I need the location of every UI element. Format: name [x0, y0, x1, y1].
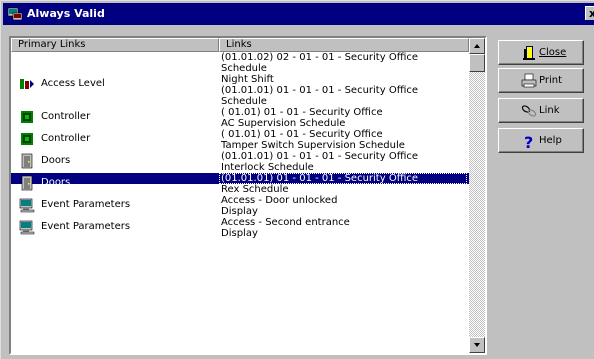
vertical-scrollbar[interactable] [469, 38, 485, 353]
links-cell: AC Supervision Schedule [221, 118, 346, 129]
table-row[interactable]: Tamper Switch Supervision Schedule [11, 140, 469, 151]
links-cell: Access - Second entrance [221, 217, 350, 228]
links-cell: (01.01.01) 01 - 01 - 01 - Security Offic… [221, 85, 419, 96]
table-row[interactable]: Event Parameters Access - Door unlocked [11, 195, 469, 213]
links-cell: ( 01.01) 01 - 01 - Security Office [221, 107, 383, 118]
list-header: Primary Links Links [11, 38, 469, 52]
svg-text:?: ? [524, 133, 533, 149]
close-button[interactable]: Close [498, 40, 584, 65]
table-row[interactable]: Event Parameters Access - Second entrance [11, 217, 469, 235]
table-row[interactable]: Controller( 01.01) 01 - 01 - Security Of… [11, 129, 469, 145]
table-row[interactable]: Schedule [11, 96, 469, 107]
question-mark-icon: ? [524, 133, 533, 149]
help-button[interactable]: ? Help [498, 128, 584, 153]
printer-icon [521, 73, 537, 88]
arrow-up-icon [474, 44, 480, 48]
column-header-primary-links[interactable]: Primary Links [11, 38, 219, 52]
scroll-thumb[interactable] [469, 54, 485, 72]
links-cell: Display [221, 206, 258, 217]
arrow-down-icon [474, 343, 480, 347]
table-row[interactable]: (01.01.02) 02 - 01 - 01 - Security Offic… [11, 52, 469, 63]
table-row[interactable]: (01.01.01) 01 - 01 - 01 - Security Offic… [11, 85, 469, 96]
close-button-label: Close [539, 47, 567, 58]
links-cell: Night Shift [221, 74, 274, 85]
app-icon [7, 7, 23, 21]
links-cell: (01.01.01) 01 - 01 - 01 - Security Offic… [221, 151, 419, 162]
table-row[interactable]: Access Level Night Shift [11, 74, 469, 89]
column-header-links[interactable]: Links [219, 38, 469, 52]
links-cell: Access - Door unlocked [221, 195, 338, 206]
links-cell: Display [221, 228, 258, 239]
link-chain-icon [521, 105, 537, 117]
table-row[interactable]: Controller( 01.01) 01 - 01 - Security Of… [11, 107, 469, 123]
table-row[interactable]: Interlock Schedule [11, 162, 469, 173]
links-cell: Rex Schedule [221, 184, 289, 195]
title-bar[interactable]: Always Valid x [3, 3, 594, 25]
link-button-label: Link [539, 105, 560, 116]
links-cell: (01.01.02) 02 - 01 - 01 - Security Offic… [221, 52, 419, 63]
door-exit-icon [523, 46, 535, 60]
table-row[interactable]: Doors (01.01.01) 01 - 01 - 01 - Security … [11, 173, 469, 191]
links-cell: Tamper Switch Supervision Schedule [221, 140, 405, 151]
table-row[interactable]: AC Supervision Schedule [11, 118, 469, 129]
links-cell: Schedule [221, 63, 267, 74]
links-list-view[interactable]: Primary Links Links (01.01.02) 02 - 01 -… [9, 36, 487, 355]
focus-rectangle [219, 173, 467, 184]
table-row[interactable]: Rex Schedule [11, 184, 469, 195]
scroll-down-button[interactable] [469, 337, 485, 353]
print-button-label: Print [539, 75, 563, 86]
table-row[interactable]: Schedule [11, 63, 469, 74]
table-row[interactable]: Display [11, 206, 469, 217]
always-valid-window: Always Valid x Primary Links Links (01.0… [0, 0, 594, 359]
window-title: Always Valid [27, 7, 105, 20]
link-button[interactable]: Link [498, 98, 584, 123]
close-window-button[interactable]: x [585, 6, 594, 20]
links-cell: Interlock Schedule [221, 162, 314, 173]
help-button-label: Help [539, 135, 562, 146]
table-row[interactable]: Display [11, 228, 469, 239]
links-cell: Schedule [221, 96, 267, 107]
links-cell: ( 01.01) 01 - 01 - Security Office [221, 129, 383, 140]
list-rows: (01.01.02) 02 - 01 - 01 - Security Offic… [11, 52, 469, 353]
scroll-up-button[interactable] [469, 38, 485, 54]
print-button[interactable]: Print [498, 68, 584, 93]
table-row[interactable]: Doors (01.01.01) 01 - 01 - 01 - Security … [11, 151, 469, 169]
